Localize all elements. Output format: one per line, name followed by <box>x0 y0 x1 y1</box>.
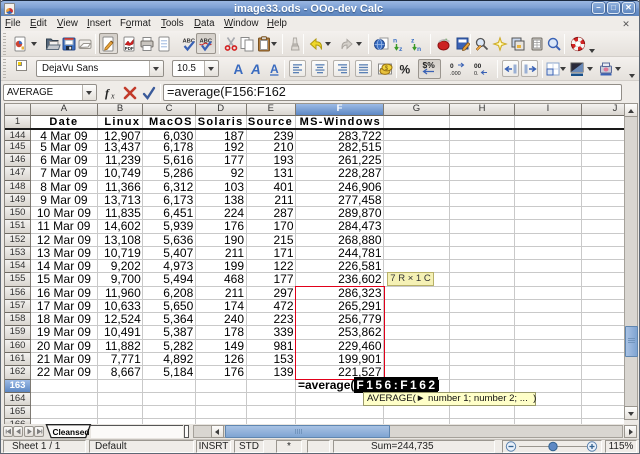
svg-text:.000: .000 <box>450 71 461 77</box>
svg-text:PDF: PDF <box>125 46 134 51</box>
svg-text:A: A <box>270 62 279 76</box>
svg-text:%: % <box>400 63 411 77</box>
svg-text:x: x <box>110 92 115 101</box>
svg-text:z: z <box>411 38 415 45</box>
svg-text:n: n <box>417 46 421 52</box>
svg-text:A: A <box>250 62 261 77</box>
svg-text:0: 0 <box>450 63 454 70</box>
svg-text:n: n <box>393 38 397 45</box>
svg-text:z: z <box>399 46 403 52</box>
svg-text:0.: 0. <box>474 71 479 77</box>
svg-text:f: f <box>105 86 110 100</box>
svg-text:A: A <box>234 62 244 77</box>
svg-text:$%: $% <box>423 60 436 70</box>
svg-text:00: 00 <box>474 63 482 70</box>
